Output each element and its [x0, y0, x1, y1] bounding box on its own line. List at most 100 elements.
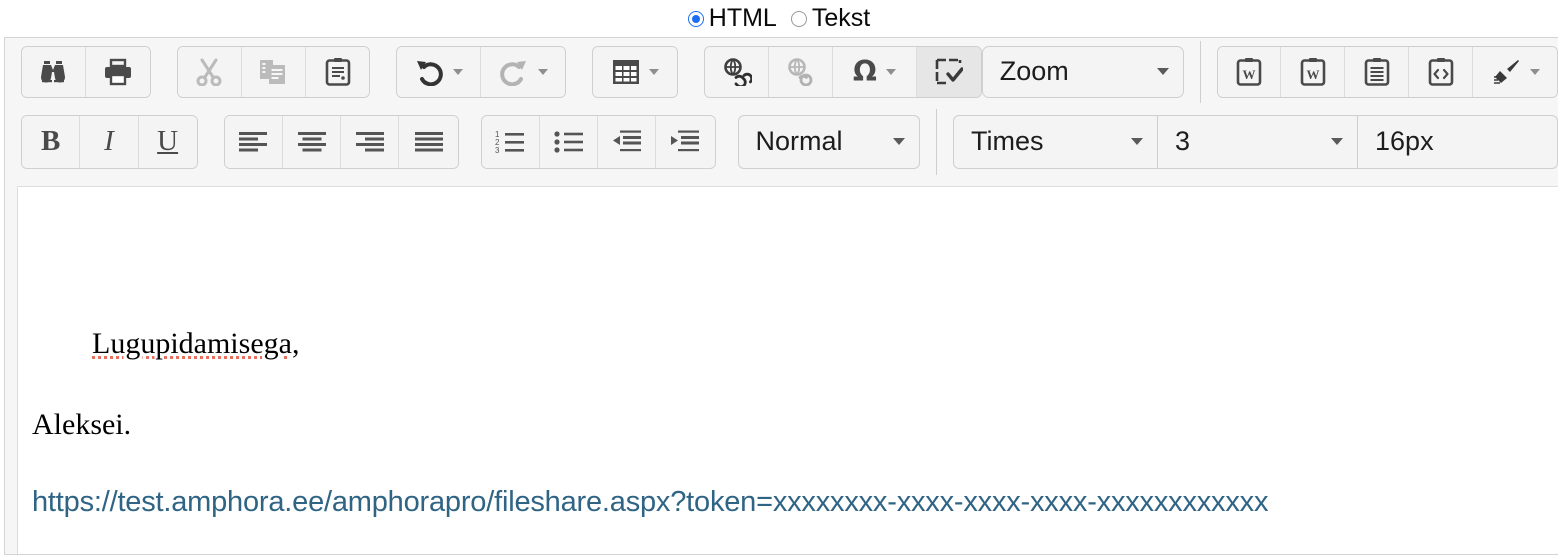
table-button[interactable]	[593, 46, 678, 97]
align-left-button[interactable]	[224, 115, 283, 168]
paste-as-plain-text-button[interactable]	[1345, 46, 1410, 97]
align-justify-button[interactable]	[399, 115, 458, 168]
table-dropdown-caret-icon[interactable]	[648, 68, 659, 75]
font-size-value: 3	[1175, 126, 1191, 156]
insert-link-button[interactable]	[705, 46, 770, 97]
align-left-icon	[239, 131, 268, 153]
align-center-button[interactable]	[282, 115, 342, 168]
bold-button[interactable]: B	[22, 115, 81, 168]
printer-icon	[103, 58, 133, 86]
toolbar-group-alignment	[223, 114, 459, 169]
clipboard-word-icon: W	[1300, 57, 1326, 86]
toolbar-group-insert: Ω	[704, 45, 982, 98]
underline-button[interactable]: U	[138, 115, 197, 168]
redo-dropdown-caret-icon[interactable]	[537, 68, 548, 75]
select-all-button[interactable]	[916, 46, 981, 97]
mode-option-tekst[interactable]: Tekst	[790, 4, 871, 32]
italic-button[interactable]: I	[80, 115, 139, 168]
cut-button[interactable]	[177, 46, 242, 97]
toolbar-separator-1	[1199, 40, 1201, 103]
toolbar-group-text-style: B I U	[21, 114, 198, 169]
font-family-value: Times	[971, 126, 1044, 156]
paste-as-html-button[interactable]	[1409, 46, 1474, 97]
toolbar-group-paste: W W	[1216, 45, 1558, 98]
bulleted-list-button[interactable]	[539, 115, 599, 168]
paste-from-word-clean-button[interactable]: W	[1281, 46, 1346, 97]
special-character-dropdown-caret-icon[interactable]	[885, 68, 896, 75]
align-right-button[interactable]	[341, 115, 400, 168]
scissors-icon	[195, 58, 223, 86]
undo-button[interactable]	[397, 46, 482, 97]
toolbar-group-lists: 1 2 3	[480, 114, 716, 169]
signature-line-1: Lugupidamisega,	[32, 283, 1558, 405]
link-globe-icon	[722, 57, 752, 86]
misspelled-word: Lugupidamisega,	[92, 326, 300, 360]
paste-from-word-button[interactable]: W	[1217, 46, 1282, 97]
redo-button[interactable]	[481, 46, 566, 97]
pixel-size-value: 16px	[1375, 126, 1434, 156]
mode-label-html: HTML	[708, 4, 777, 32]
pixel-size-field[interactable]: 16px	[1358, 114, 1558, 169]
toolbar-row-1: Ω Zoom W W	[5, 38, 1558, 105]
zoom-select-value: Zoom	[999, 56, 1069, 86]
preview-button[interactable]	[22, 46, 86, 97]
toolbar-separator-2	[936, 108, 938, 175]
copy-button[interactable]	[241, 46, 306, 97]
font-size-select[interactable]: 3	[1158, 114, 1359, 169]
remove-link-button[interactable]	[769, 46, 833, 97]
font-controls: Times 3 16px	[953, 114, 1558, 169]
toolbar-group-history	[396, 45, 567, 98]
rich-text-editor: Ω Zoom W W B I U 1 2 3 Normal Times 3 16…	[4, 37, 1558, 555]
undo-arrow-icon	[414, 58, 444, 86]
radio-tekst[interactable]	[790, 10, 807, 27]
clipboard-icon	[325, 57, 351, 86]
paste-button[interactable]	[305, 46, 370, 97]
zoom-select[interactable]: Zoom	[981, 45, 1184, 98]
special-character-button[interactable]: Ω	[833, 46, 917, 97]
bold-icon: B	[40, 125, 61, 157]
svg-text:W: W	[1306, 67, 1319, 82]
decrease-indent-icon	[612, 130, 642, 154]
font-family-select[interactable]: Times	[953, 114, 1159, 169]
font-size-caret-icon[interactable]	[1331, 138, 1344, 145]
binoculars-icon	[38, 59, 68, 85]
font-family-caret-icon[interactable]	[1131, 138, 1144, 145]
toolbar-group-document	[21, 45, 151, 98]
unlink-globe-icon	[786, 57, 816, 86]
italic-icon: I	[104, 125, 114, 157]
bulleted-list-icon	[553, 130, 584, 154]
clipboard-code-icon	[1428, 57, 1454, 86]
svg-text:W: W	[1243, 67, 1256, 82]
toolbar-row-2: B I U 1 2 3 Normal Times 3 16px	[5, 105, 1558, 178]
mode-label-tekst: Tekst	[811, 4, 871, 32]
table-grid-icon	[612, 59, 640, 85]
mode-option-html[interactable]: HTML	[687, 4, 777, 32]
signature-line-2: Aleksei.	[32, 408, 132, 442]
increase-indent-button[interactable]	[656, 115, 715, 168]
increase-indent-icon	[670, 130, 700, 154]
format-painter-dropdown-caret-icon[interactable]	[1529, 68, 1540, 75]
numbered-list-icon: 1 2 3	[495, 130, 525, 154]
svg-text:3: 3	[495, 146, 500, 154]
numbered-list-button[interactable]: 1 2 3	[481, 115, 540, 168]
paragraph-format-caret-icon[interactable]	[893, 138, 906, 145]
fileshare-link[interactable]: https://test.amphora.ee/amphorapro/files…	[32, 486, 1558, 519]
toolbar-group-clipboard	[176, 45, 371, 98]
redo-arrow-icon	[499, 58, 529, 86]
editor-mode-selector: HTML Tekst	[0, 0, 1558, 37]
paragraph-format-select[interactable]: Normal	[737, 114, 921, 169]
copy-icon	[259, 58, 287, 86]
undo-dropdown-caret-icon[interactable]	[453, 68, 464, 75]
editor-content-area[interactable]: Lugupidamisega, Aleksei. https://test.am…	[17, 186, 1558, 554]
radio-html[interactable]	[687, 10, 704, 27]
clipboard-word-icon: W	[1236, 57, 1262, 86]
print-button[interactable]	[85, 46, 150, 97]
zoom-dropdown-caret-icon[interactable]	[1156, 68, 1169, 75]
decrease-indent-button[interactable]	[598, 115, 657, 168]
omega-icon: Ω	[853, 54, 877, 88]
toolbar-group-table	[592, 45, 679, 98]
format-painter-button[interactable]	[1473, 46, 1558, 97]
paragraph-format-value: Normal	[755, 126, 843, 156]
align-justify-icon	[414, 131, 443, 153]
paint-brush-icon	[1491, 58, 1521, 86]
